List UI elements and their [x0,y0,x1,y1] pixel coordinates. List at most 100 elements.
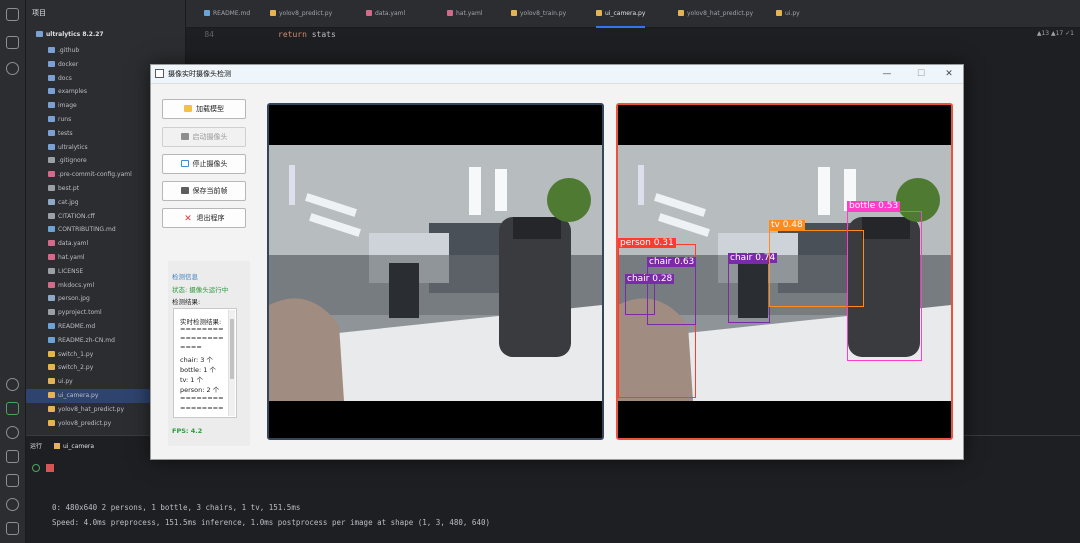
folder-icon [48,102,55,109]
folder-icon [48,116,55,122]
file-icon [48,267,55,274]
run-icon[interactable] [6,402,19,415]
line-number: 84 [204,30,214,39]
file-icon [48,323,55,329]
save-frame-button[interactable]: 保存当前帧 [162,181,246,201]
run-toolbar [26,458,54,543]
result-line: ======== [180,334,224,342]
window-titlebar[interactable]: 摄像实时摄像头检测 — ☐ ✕ [151,65,963,84]
file-icon [270,10,276,16]
problems-icon[interactable] [6,426,19,439]
rerun-icon[interactable] [32,464,40,472]
editor-tab[interactable]: data.yaml [366,0,405,28]
stop-icon [180,160,189,167]
file-icon [447,10,453,16]
file-icon [511,10,517,16]
file-icon [48,350,55,357]
folder-icon [48,143,55,150]
editor-tab[interactable]: yolov8_hat_predict.py [678,0,753,28]
stop-camera-button[interactable]: 停止摄像头 [162,154,246,174]
file-icon [596,10,602,16]
folder-icon [36,31,43,37]
file-icon [48,309,55,316]
result-line: ======== [180,394,224,402]
editor-tab[interactable]: hat.yaml [447,0,482,28]
file-icon [48,198,55,205]
file-icon [48,378,55,385]
folder-icon [48,47,55,53]
file-icon [48,254,55,260]
file-icon [204,10,210,16]
editor-tab[interactable]: ui_camera.py [596,0,646,28]
file-icon [366,10,372,16]
start-camera-button[interactable]: 启动摄像头 [162,127,246,147]
results-textbox[interactable]: 实时检测结果: ======== ======== ==== chair: 3 … [173,308,237,418]
result-line: bottle: 1 个 [180,366,216,374]
file-icon [678,10,684,16]
file-icon [48,185,55,191]
file-icon [48,157,55,164]
structure-icon[interactable] [6,522,19,535]
detection-label-chair: chair 0.63 [647,257,697,267]
result-line: ======== [180,404,224,412]
git-icon[interactable] [6,498,19,511]
detection-label-chair: chair 0.28 [625,274,675,284]
commit-icon[interactable] [6,62,19,75]
ide-tool-rail [0,0,26,543]
result-line: tv: 1 个 [180,376,203,384]
file-icon [48,419,55,426]
file-icon [48,364,55,371]
project-icon[interactable] [6,36,19,49]
tree-item[interactable]: .github [26,44,185,58]
project-panel-title[interactable]: 项目 [26,0,185,26]
file-icon [48,392,55,398]
camera-frame [269,145,602,438]
editor-tab[interactable]: yolov8_train.py [511,0,566,28]
file-icon [776,10,782,16]
scrollbar-thumb[interactable] [230,319,234,379]
file-icon [48,212,55,219]
editor-tab[interactable]: yolov8_predict.py [270,0,332,28]
results-scrollbar[interactable] [228,310,235,416]
run-config-tab[interactable]: ui_camera [53,443,104,450]
code-keyword: return [278,30,307,39]
services-icon[interactable] [6,474,19,487]
inspection-widget[interactable]: ▲13 ▲17 ✓1 [1037,30,1074,37]
editor-tab[interactable]: ui.py [776,0,800,28]
save-icon [180,187,189,194]
stop-run-icon[interactable] [46,464,54,472]
info-title: 检测信息 [172,273,198,281]
detection-label-tv: tv 0.48 [769,220,805,230]
result-line: ==== [180,343,202,351]
camera-view-original [267,103,604,440]
python-file-icon [53,443,60,449]
detection-box-chair [728,263,770,323]
exit-button[interactable]: ✕ 退出程序 [162,208,246,228]
detection-label-bottle: bottle 0.53 [847,201,901,211]
project-root[interactable]: ultralytics 8.2.27 [26,28,185,42]
folder-icon [48,60,55,67]
folder-icon [48,88,55,95]
terminal-icon[interactable] [6,450,19,463]
menu-icon[interactable] [6,8,19,21]
camera-view-detections: person 0.31 chair 0.63 chair 0.28 chair … [616,103,953,440]
status-text: 状态: 摄像头运行中 [172,286,229,294]
file-icon [48,240,55,247]
folder-icon [48,129,55,136]
maximize-button[interactable]: ☐ [909,65,933,84]
load-model-button[interactable]: 加载模型 [162,99,246,119]
editor-tabs: README.md yolov8_predict.py data.yaml hat.y… [186,0,1080,28]
folder-icon [48,74,55,81]
result-line: chair: 3 个 [180,356,213,364]
file-icon [48,405,55,412]
folder-icon [184,105,192,112]
python-console-icon[interactable] [6,378,19,391]
file-icon [48,336,55,343]
minimize-button[interactable]: — [875,65,899,84]
run-tab-label[interactable]: 运行 [30,443,42,450]
console-output-line: Speed: 4.0ms preprocess, 151.5ms inferen… [52,518,490,527]
console-output-line: 0: 480x640 2 persons, 1 bottle, 3 chairs… [52,503,301,512]
close-window-button[interactable]: ✕ [937,65,961,84]
code-text: stats [306,30,336,39]
editor-tab[interactable]: README.md [204,0,250,28]
